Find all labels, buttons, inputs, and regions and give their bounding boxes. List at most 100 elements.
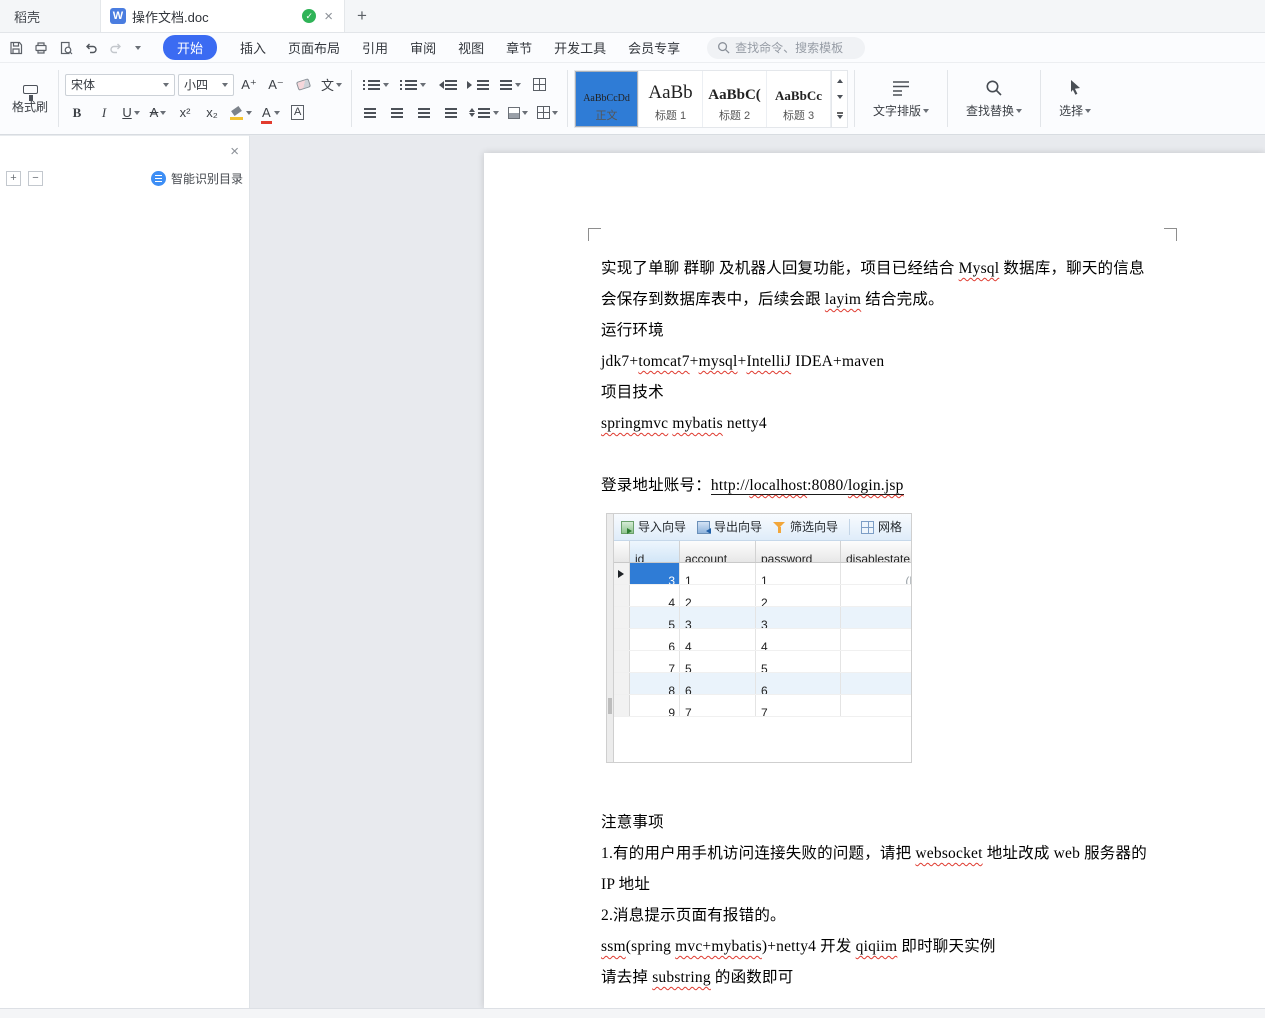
line-spacing-button[interactable] bbox=[466, 101, 502, 125]
font-size-select[interactable]: 小四 bbox=[178, 74, 234, 96]
smart-catalog-toggle[interactable]: 智能识别目录 bbox=[151, 170, 243, 187]
import-wizard-button[interactable]: 导入向导 bbox=[621, 514, 686, 541]
column-header[interactable]: id bbox=[630, 541, 680, 562]
text-direction-button[interactable] bbox=[527, 73, 551, 97]
clear-formatting-button[interactable] bbox=[291, 73, 315, 97]
account-cell[interactable]: 6 bbox=[680, 673, 756, 694]
account-cell[interactable]: 4 bbox=[680, 629, 756, 650]
account-cell[interactable]: 3 bbox=[680, 607, 756, 628]
format-painter-button[interactable]: 格式刷 bbox=[8, 65, 52, 132]
id-cell[interactable]: 9 bbox=[630, 695, 680, 716]
password-cell[interactable]: 6 bbox=[756, 673, 841, 694]
character-border-button[interactable]: A bbox=[286, 101, 310, 125]
table-row[interactable]: 644 bbox=[614, 629, 911, 651]
column-header[interactable]: password bbox=[756, 541, 841, 562]
expand-all-button[interactable]: + bbox=[6, 171, 21, 186]
account-cell[interactable]: 1 bbox=[680, 563, 756, 584]
disablestate-cell[interactable] bbox=[841, 651, 912, 672]
decrease-indent-button[interactable] bbox=[432, 73, 461, 97]
account-cell[interactable]: 7 bbox=[680, 695, 756, 716]
menu-item-home[interactable]: 开始 bbox=[163, 35, 217, 60]
disablestate-cell[interactable]: (Null) bbox=[841, 563, 912, 584]
font-color-button[interactable]: A bbox=[258, 101, 283, 125]
command-search-input[interactable]: 查找命令、搜索模板 bbox=[707, 37, 865, 59]
find-replace-button[interactable]: 查找替换 bbox=[954, 65, 1034, 132]
table-row[interactable]: 311(Null) bbox=[614, 563, 911, 585]
font-family-select[interactable]: 宋体 bbox=[65, 74, 175, 96]
table-row[interactable]: 866 bbox=[614, 673, 911, 695]
menu-item[interactable]: 引用 bbox=[351, 38, 399, 57]
italic-button[interactable]: I bbox=[92, 101, 116, 125]
document-canvas[interactable]: 实现了单聊 群聊 及机器人回复功能，项目已经结合 Mysql 数据库，聊天的信息… bbox=[250, 135, 1265, 1008]
close-tab-icon[interactable]: × bbox=[322, 9, 335, 24]
underline-button[interactable]: U bbox=[119, 101, 143, 125]
password-cell[interactable]: 7 bbox=[756, 695, 841, 716]
quick-access-dropdown-icon[interactable] bbox=[135, 46, 141, 53]
align-left-button[interactable] bbox=[358, 101, 382, 125]
print-preview-icon[interactable] bbox=[58, 40, 74, 56]
style-card-normal[interactable]: AaBbCcDd 正文 bbox=[575, 71, 639, 127]
table-row[interactable]: 533 bbox=[614, 607, 911, 629]
print-icon[interactable] bbox=[33, 40, 49, 56]
table-row[interactable]: 422 bbox=[614, 585, 911, 607]
bullet-list-button[interactable] bbox=[358, 73, 392, 97]
paragraph-layout-button[interactable] bbox=[496, 73, 524, 97]
password-cell[interactable]: 1 bbox=[756, 563, 841, 584]
align-center-button[interactable] bbox=[385, 101, 409, 125]
borders-button[interactable] bbox=[534, 101, 561, 125]
password-cell[interactable]: 4 bbox=[756, 629, 841, 650]
new-tab-button[interactable]: + bbox=[345, 0, 379, 32]
password-cell[interactable]: 2 bbox=[756, 585, 841, 606]
account-cell[interactable]: 2 bbox=[680, 585, 756, 606]
align-right-button[interactable] bbox=[412, 101, 436, 125]
filter-wizard-button[interactable]: 筛选向导 bbox=[773, 514, 838, 541]
id-cell[interactable]: 5 bbox=[630, 607, 680, 628]
collapse-all-button[interactable]: − bbox=[28, 171, 43, 186]
shading-button[interactable] bbox=[505, 101, 531, 125]
tab-document[interactable]: W 操作文档.doc ✓ × bbox=[100, 0, 345, 32]
menu-item[interactable]: 会员专享 bbox=[617, 38, 691, 57]
close-pane-icon[interactable]: × bbox=[230, 144, 239, 159]
superscript-button[interactable]: x² bbox=[173, 101, 197, 125]
save-icon[interactable] bbox=[8, 40, 24, 56]
column-header[interactable]: account bbox=[680, 541, 756, 562]
menu-item[interactable]: 插入 bbox=[229, 38, 277, 57]
menu-item[interactable]: 视图 bbox=[447, 38, 495, 57]
styles-scroll-down-button[interactable] bbox=[832, 89, 847, 108]
menu-item[interactable]: 审阅 bbox=[399, 38, 447, 57]
disablestate-cell[interactable] bbox=[841, 695, 912, 716]
disablestate-cell[interactable] bbox=[841, 585, 912, 606]
table-row[interactable]: 977 bbox=[614, 695, 911, 717]
justify-button[interactable] bbox=[439, 101, 463, 125]
id-cell[interactable]: 3 bbox=[630, 563, 680, 584]
numbered-list-button[interactable] bbox=[395, 73, 429, 97]
menu-item[interactable]: 页面布局 bbox=[277, 38, 351, 57]
scrollbar-thumb[interactable] bbox=[608, 698, 612, 714]
bold-button[interactable]: B bbox=[65, 101, 89, 125]
grid-view-button[interactable]: 网格 bbox=[861, 514, 902, 541]
document-text[interactable]: 实现了单聊 群聊 及机器人回复功能，项目已经结合 Mysql 数据库，聊天的信息… bbox=[601, 253, 1186, 993]
password-cell[interactable]: 3 bbox=[756, 607, 841, 628]
strikethrough-button[interactable]: A bbox=[146, 101, 170, 125]
table-row[interactable]: 755 bbox=[614, 651, 911, 673]
undo-icon[interactable] bbox=[83, 40, 99, 56]
styles-more-button[interactable] bbox=[832, 108, 847, 127]
menu-item[interactable]: 开发工具 bbox=[543, 38, 617, 57]
id-cell[interactable]: 4 bbox=[630, 585, 680, 606]
id-cell[interactable]: 8 bbox=[630, 673, 680, 694]
id-cell[interactable]: 7 bbox=[630, 651, 680, 672]
password-cell[interactable]: 5 bbox=[756, 651, 841, 672]
subscript-button[interactable]: x₂ bbox=[200, 101, 224, 125]
redo-icon[interactable] bbox=[108, 40, 124, 56]
style-card-heading1[interactable]: AaBb 标题 1 bbox=[639, 71, 703, 127]
style-card-heading3[interactable]: AaBbCc 标题 3 bbox=[767, 71, 831, 127]
disablestate-cell[interactable] bbox=[841, 629, 912, 650]
highlight-color-button[interactable] bbox=[227, 101, 255, 125]
text-layout-button[interactable]: 文字排版 bbox=[861, 65, 941, 132]
account-cell[interactable]: 5 bbox=[680, 651, 756, 672]
style-card-heading2[interactable]: AaBbC( 标题 2 bbox=[703, 71, 767, 127]
increase-indent-button[interactable] bbox=[464, 73, 493, 97]
select-button[interactable]: 选择 bbox=[1047, 65, 1103, 132]
export-wizard-button[interactable]: 导出向导 bbox=[697, 514, 762, 541]
column-header[interactable]: disablestate bbox=[841, 541, 912, 562]
